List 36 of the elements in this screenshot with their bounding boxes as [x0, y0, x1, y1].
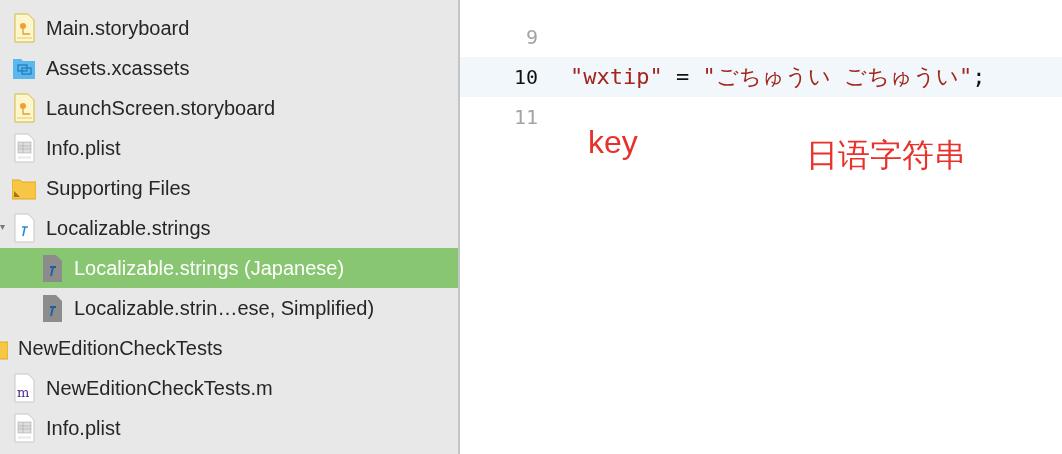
- navigator-item[interactable]: LaunchScreen.storyboard: [0, 88, 458, 128]
- line-number: 9: [524, 25, 538, 49]
- strings-file-icon: [40, 293, 64, 323]
- navigator-item[interactable]: NewEditionCheckTests: [0, 328, 458, 368]
- file-name: Info.plist: [46, 136, 121, 160]
- navigator-item[interactable]: Main.storyboard: [0, 8, 458, 48]
- plist-file-icon: [12, 413, 36, 443]
- navigator-item[interactable]: Localizable.strin…ese, Simplified): [0, 288, 458, 328]
- annotation-label: 日语字符串: [806, 136, 966, 175]
- file-name: NewEditionCheckTests: [18, 336, 223, 360]
- file-name: Info.plist: [46, 416, 121, 440]
- annotation-label: key: [588, 124, 638, 161]
- file-name: LaunchScreen.storyboard: [46, 96, 276, 120]
- m-file-icon: m: [12, 373, 36, 403]
- navigator-item[interactable]: Supporting Files: [0, 168, 458, 208]
- line-number: 11: [512, 105, 538, 129]
- disclosure-triangle-icon[interactable]: [0, 225, 5, 230]
- code-line: "wxtip" = "ごちゅうい ごちゅうい";: [570, 63, 986, 91]
- navigator-item[interactable]: Assets.xcassets: [0, 48, 458, 88]
- line-number: 10: [512, 65, 538, 89]
- file-name: Localizable.strings: [46, 216, 211, 240]
- navigator-item[interactable]: Info.plist: [0, 408, 458, 448]
- file-name: Main.storyboard: [46, 16, 190, 40]
- strings-file-icon: [40, 253, 64, 283]
- navigator-item[interactable]: m NewEditionCheckTests.m: [0, 368, 458, 408]
- storyboard-file-icon: [12, 13, 36, 43]
- strings-file-icon: [12, 213, 36, 243]
- plist-file-icon: [12, 133, 36, 163]
- file-name: NewEditionCheckTests.m: [46, 376, 273, 400]
- file-name: Localizable.strin…ese, Simplified): [74, 296, 375, 320]
- file-name: Assets.xcassets: [46, 56, 190, 80]
- file-name: Localizable.strings (Japanese): [74, 256, 345, 280]
- file-name: Supporting Files: [46, 176, 191, 200]
- navigator-item[interactable]: Localizable.strings: [0, 208, 458, 248]
- storyboard-file-icon: [12, 93, 36, 123]
- navigator-item[interactable]: Info.plist: [0, 128, 458, 168]
